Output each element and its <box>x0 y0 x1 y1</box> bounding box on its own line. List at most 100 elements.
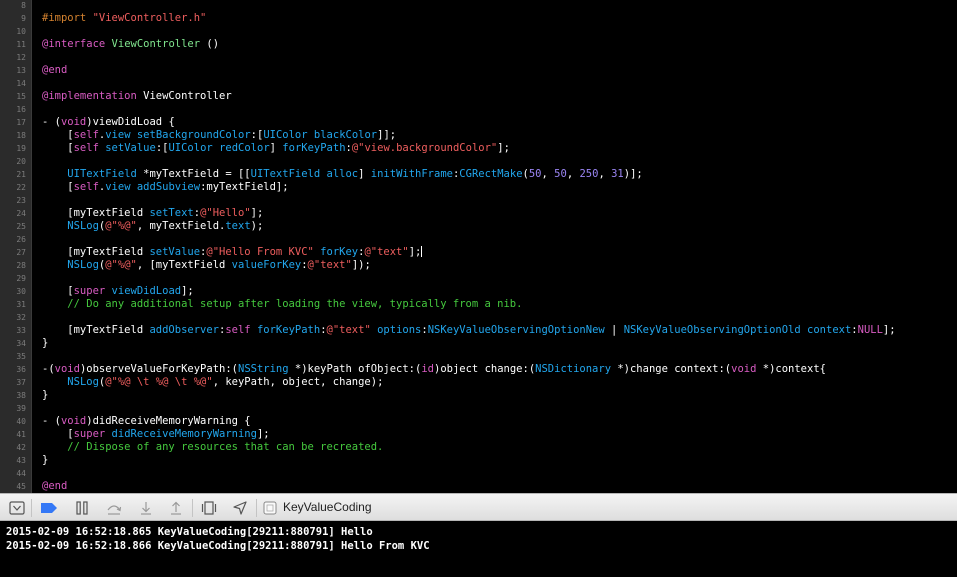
code-token: options <box>377 324 422 336</box>
line-number: 30 <box>16 287 26 296</box>
hide-debug-area-button[interactable] <box>8 500 26 516</box>
code-line[interactable]: 20 <box>0 155 957 168</box>
separator <box>192 499 193 517</box>
code-line[interactable]: 25 NSLog(@"%@", myTextField.text); <box>0 220 957 233</box>
code-token: *)change context:( <box>611 363 732 375</box>
code-line[interactable]: 32 <box>0 311 957 324</box>
code-line[interactable]: 38} <box>0 389 957 402</box>
code-text: // Dispose of any resources that can be … <box>42 441 383 454</box>
code-line[interactable]: 18 [self.view setBackgroundColor:[UIColo… <box>0 129 957 142</box>
code-line[interactable]: 8 <box>0 0 957 12</box>
code-text: @end <box>42 480 67 493</box>
step-out-button[interactable] <box>166 500 186 516</box>
pause-button[interactable] <box>72 500 92 516</box>
code-line[interactable]: 11 @interface ViewController () <box>0 38 957 51</box>
code-token: [ <box>42 181 74 193</box>
code-line[interactable]: 14 <box>0 77 957 90</box>
code-line[interactable]: 16 <box>0 103 957 116</box>
step-into-button[interactable] <box>136 500 156 516</box>
code-text: [self.view addSubview:myTextField]; <box>42 181 288 194</box>
code-line[interactable]: 24 [myTextField setText:@"Hello"]; <box>0 207 957 220</box>
code-line[interactable]: 27 [myTextField setValue:@"Hello From KV… <box>0 246 957 259</box>
code-line[interactable]: 44 <box>0 467 957 480</box>
code-token: , <box>598 168 612 180</box>
code-line[interactable]: 36 -(void)observeValueForKeyPath:(NSStrin… <box>0 363 957 376</box>
code-token: ]; <box>256 428 270 440</box>
code-token: NSString <box>238 363 289 375</box>
code-token: @implementation <box>42 90 137 102</box>
code-token: @"view.backgroundColor" <box>351 142 498 154</box>
simulate-location-button[interactable] <box>230 500 250 516</box>
code-token: redColor <box>219 142 270 154</box>
code-token: setValue <box>105 142 156 154</box>
code-line[interactable]: 45 @end <box>0 480 957 493</box>
code-line[interactable]: 42 // Dispose of any resources that can … <box>0 441 957 454</box>
line-number: 13 <box>16 66 26 75</box>
code-line[interactable]: 12 <box>0 51 957 64</box>
code-line[interactable]: 17 - (void)viewDidLoad { <box>0 116 957 129</box>
code-token: } <box>42 389 49 401</box>
code-token: CGRectMake <box>459 168 523 180</box>
code-line[interactable]: 35 <box>0 350 957 363</box>
code-line[interactable]: 21 UITextField *myTextField = [[UITextFi… <box>0 168 957 181</box>
code-token: 31 <box>611 168 624 180</box>
line-number: 33 <box>16 326 26 335</box>
code-line[interactable]: 33 [myTextField addObserver:self forKeyP… <box>0 324 957 337</box>
code-token: forKeyPath <box>256 324 321 336</box>
line-number: 22 <box>16 183 26 192</box>
process-selector-button[interactable] <box>262 500 278 516</box>
line-number: 23 <box>16 196 26 205</box>
code-token: id <box>421 363 434 375</box>
step-out-icon <box>169 501 183 515</box>
code-token: @"%@" <box>105 259 137 271</box>
code-line[interactable]: 15 @implementation ViewController <box>0 90 957 103</box>
process-name-label[interactable]: KeyValueCoding <box>283 494 372 520</box>
console-line: 2015-02-09 16:52:18.865 KeyValueCoding[2… <box>6 526 373 538</box>
code-token: [myTextField <box>42 246 150 258</box>
view-debugger-button[interactable] <box>199 500 219 516</box>
code-line[interactable]: 37 NSLog(@"%@ \t %@ \t %@", keyPath, obj… <box>0 376 957 389</box>
code-line[interactable]: 34} <box>0 337 957 350</box>
line-number: 31 <box>16 300 26 309</box>
code-token: setBackgroundColor <box>136 129 251 141</box>
code-token: [ <box>42 129 74 141</box>
code-line[interactable]: 30 [super viewDidLoad]; <box>0 285 957 298</box>
code-line[interactable]: 29 <box>0 272 957 285</box>
code-line[interactable]: 13 @end <box>0 64 957 77</box>
code-text: [myTextField setText:@"Hello"]; <box>42 207 263 220</box>
text-cursor <box>421 246 423 257</box>
code-line[interactable]: 39 <box>0 402 957 415</box>
line-number: 17 <box>16 118 26 127</box>
code-token: , [myTextField <box>136 259 232 271</box>
code-text: } <box>42 454 48 467</box>
code-line[interactable]: 31 // Do any additional setup after load… <box>0 298 957 311</box>
code-line[interactable]: 19 [self setValue:[UIColor redColor] for… <box>0 142 957 155</box>
code-token: void <box>60 415 87 427</box>
code-token: void <box>54 363 80 375</box>
code-line[interactable]: 23 <box>0 194 957 207</box>
code-line[interactable]: 22 [self.view addSubview:myTextField]; <box>0 181 957 194</box>
line-number: 45 <box>16 482 26 491</box>
source-editor[interactable]: 8 9 #import "ViewController.h" 10 11 @interfa… <box>0 0 957 493</box>
code-line[interactable]: 43} <box>0 454 957 467</box>
code-line[interactable]: 10 <box>0 25 957 38</box>
breakpoints-toggle-button[interactable] <box>39 500 59 516</box>
code-line[interactable]: 26 <box>0 233 957 246</box>
code-token: :[ <box>155 142 169 154</box>
code-line[interactable]: 9 #import "ViewController.h" <box>0 12 957 25</box>
code-token: super <box>73 428 106 440</box>
code-text: } <box>42 337 48 350</box>
console-output[interactable]: 2015-02-09 16:52:18.865 KeyValueCoding[2… <box>0 521 957 577</box>
code-text: [myTextField setValue:@"Hello From KVC" … <box>42 246 423 259</box>
code-line[interactable]: 41 [super didReceiveMemoryWarning]; <box>0 428 957 441</box>
code-token: @"Hello From KVC" <box>206 246 314 258</box>
code-line[interactable]: 40 - (void)didReceiveMemoryWarning { <box>0 415 957 428</box>
step-into-icon <box>139 501 153 515</box>
code-token: 50 <box>554 168 567 180</box>
location-icon <box>233 501 247 515</box>
code-line[interactable]: 28 NSLog(@"%@", [myTextField valueForKey… <box>0 259 957 272</box>
code-token: 250 <box>579 168 599 180</box>
step-over-button[interactable] <box>104 500 124 516</box>
line-number: 35 <box>16 352 26 361</box>
